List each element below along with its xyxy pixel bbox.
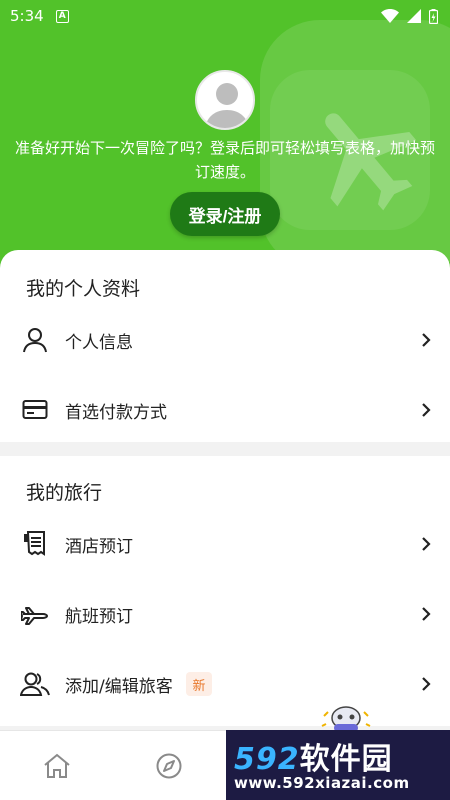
compass-icon (156, 753, 182, 779)
menu-item-label: 航班预订 (65, 606, 133, 627)
signal-icon (407, 9, 421, 23)
receipt-icon (20, 529, 50, 559)
chevron-right-icon (422, 607, 431, 621)
watermark-brand-number: 592 (234, 742, 300, 777)
menu-item-label: 个人信息 (65, 332, 133, 353)
menu-item-payment-method[interactable]: 首选付款方式 (0, 382, 450, 438)
watermark-brand-text: 软件园 (299, 742, 393, 777)
login-promo-text: 准备好开始下一次冒险了吗？登录后即可轻松填写表格，加快预订速度。 (15, 139, 436, 181)
menu-item-add-edit-travelers[interactable]: 添加/编辑旅客 新 (0, 656, 450, 712)
trips-section-title: 我的旅行 (26, 482, 103, 504)
menu-item-label: 酒店预订 (65, 536, 133, 557)
home-icon (44, 753, 70, 778)
profile-section-title: 我的个人资料 (26, 278, 141, 300)
profile-card: 我的个人资料 个人信息 首选付款方式 (0, 250, 450, 442)
group-icon (20, 669, 50, 699)
battery-icon (429, 8, 438, 24)
trips-card: 我的旅行 酒店预订 航班预订 添加/编辑旅客 新 (0, 456, 450, 726)
chevron-right-icon (422, 333, 431, 347)
watermark-brand: 592软件园 (234, 734, 393, 778)
notification-a-icon: A (55, 9, 69, 23)
avatar[interactable] (195, 70, 255, 130)
chevron-right-icon (422, 677, 431, 691)
menu-item-flight-bookings[interactable]: 航班预订 (0, 586, 450, 642)
status-bar: 5:34 A (0, 0, 450, 32)
new-badge: 新 (186, 672, 212, 696)
credit-card-icon (20, 395, 50, 425)
wifi-icon (381, 9, 399, 23)
menu-item-label: 添加/编辑旅客 (65, 676, 173, 697)
chevron-right-icon (422, 403, 431, 417)
tab-explore[interactable] (154, 751, 184, 781)
menu-item-label: 首选付款方式 (65, 402, 167, 423)
login-register-button[interactable]: 登录/注册 (170, 192, 280, 236)
watermark-url: www.592xiazai.com (234, 774, 410, 792)
watermark-banner: 592软件园 www.592xiazai.com (226, 730, 450, 800)
tab-home[interactable] (42, 751, 72, 781)
menu-item-hotel-bookings[interactable]: 酒店预订 (0, 516, 450, 572)
status-time: 5:34 (10, 7, 44, 25)
chevron-right-icon (422, 537, 431, 551)
person-icon (20, 325, 50, 355)
menu-item-personal-info[interactable]: 个人信息 (0, 312, 450, 368)
airplane-icon (20, 599, 50, 629)
